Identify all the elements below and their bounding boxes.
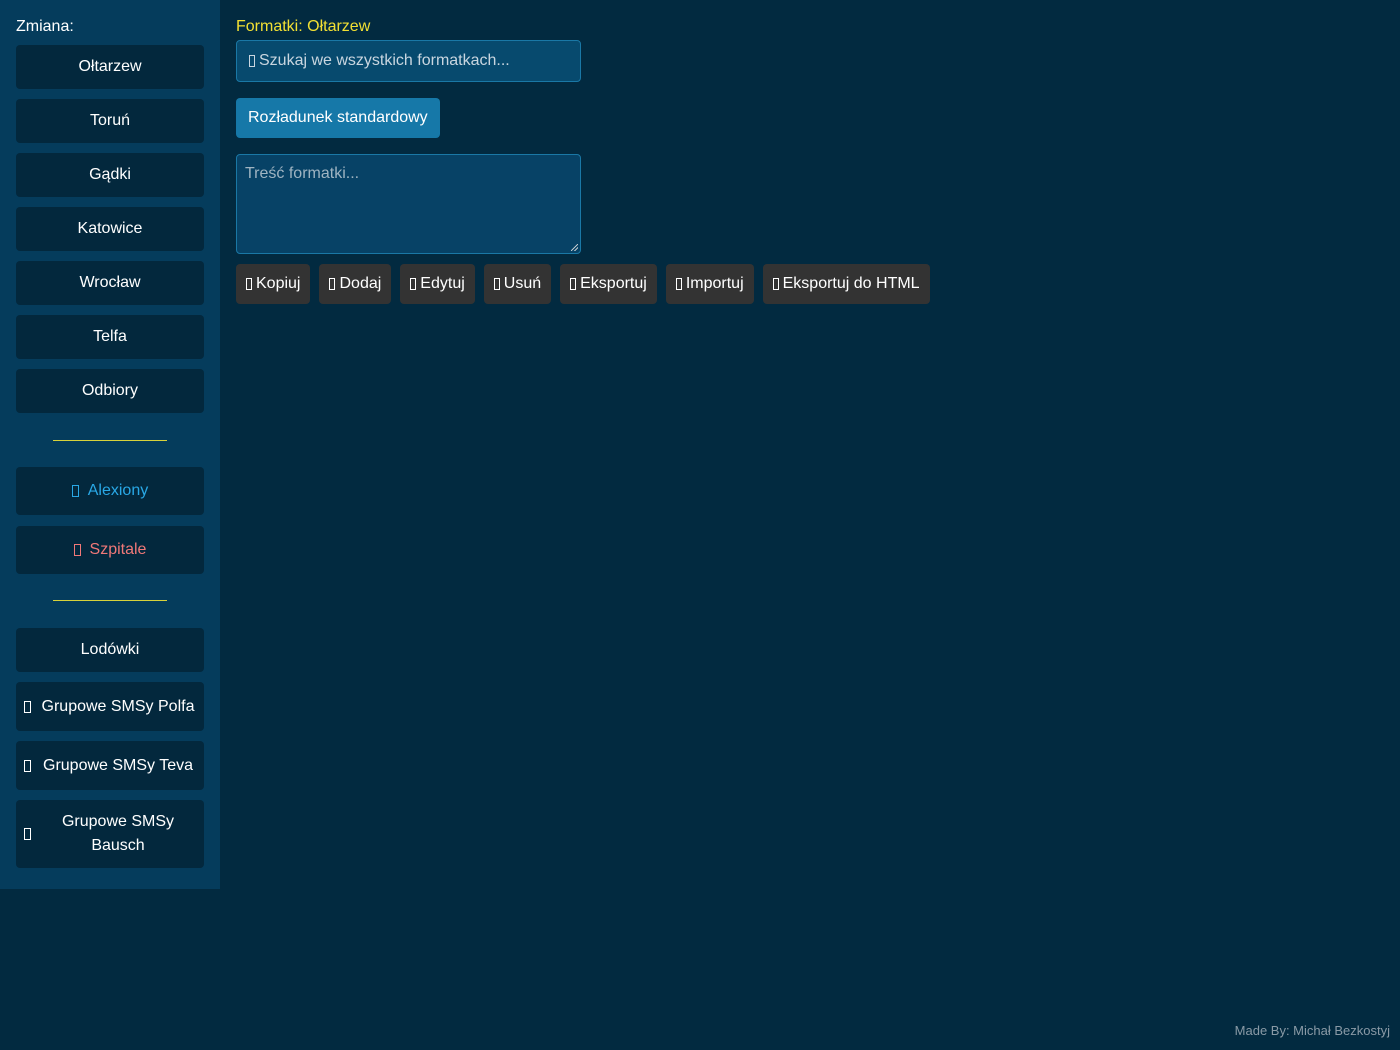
import-icon (675, 278, 682, 290)
lodowki-button[interactable]: Lodówki (16, 628, 204, 672)
location-button-wroclaw[interactable]: Wrocław (16, 261, 204, 305)
alexiony-button[interactable]: Alexiony (16, 467, 204, 515)
sms-teva-label: Grupowe SMSy Teva (43, 756, 193, 774)
export-html-label: Eksportuj do HTML (782, 275, 920, 292)
trash-icon (493, 278, 500, 290)
sms-polfa-label: Grupowe SMSy Polfa (41, 697, 195, 715)
resize-handle-icon[interactable] (571, 244, 578, 251)
sms-icon (24, 700, 31, 713)
add-label: Dodaj (339, 275, 382, 292)
edit-label: Edytuj (420, 275, 465, 292)
location-button-torun[interactable]: Toruń (16, 99, 204, 143)
template-button[interactable]: Rozładunek standardowy (236, 98, 440, 138)
search-input[interactable]: Szukaj we wszystkich formatkach... (236, 40, 581, 82)
search-placeholder: Szukaj we wszystkich formatkach... (259, 52, 510, 69)
sidebar-divider (53, 600, 167, 601)
template-content-textarea[interactable]: Treść formatki... (236, 154, 581, 254)
export-html-button[interactable]: Eksportuj do HTML (762, 264, 930, 304)
location-button-oltarzew[interactable]: Ołtarzew (16, 45, 204, 89)
delete-label: Usuń (503, 275, 542, 292)
location-button-odbiory[interactable]: Odbiory (16, 369, 204, 413)
location-button-telfa[interactable]: Telfa (16, 315, 204, 359)
action-toolbar: Kopiuj Dodaj Edytuj Usuń Eksportuj Impor… (236, 264, 930, 304)
export-button[interactable]: Eksportuj (560, 264, 657, 304)
szpitale-button[interactable]: Szpitale (16, 526, 204, 574)
import-button[interactable]: Importuj (665, 264, 754, 304)
html-file-icon (772, 278, 779, 290)
edit-button[interactable]: Edytuj (400, 264, 475, 304)
footer-credit: Made By: Michał Bezkostyj (1234, 1023, 1390, 1038)
textarea-placeholder: Treść formatki... (245, 165, 360, 182)
plus-icon (329, 278, 336, 290)
sidebar-divider (53, 440, 167, 441)
pill-icon (71, 485, 79, 497)
sidebar-title: Zmiana: (16, 18, 74, 35)
main-panel: Formatki: Ołtarzew Szukaj we wszystkich … (236, 18, 930, 304)
import-label: Importuj (685, 275, 744, 292)
export-label: Eksportuj (580, 275, 647, 292)
copy-label: Kopiuj (256, 275, 301, 292)
copy-button[interactable]: Kopiuj (236, 264, 311, 304)
sms-bausch-label: Grupowe SMSy Bausch (61, 813, 175, 854)
export-icon (570, 278, 577, 290)
sms-teva-button[interactable]: Grupowe SMSy Teva (16, 741, 204, 790)
alexiony-label: Alexiony (87, 482, 149, 499)
sms-bausch-button[interactable]: Grupowe SMSy Bausch (16, 800, 204, 868)
location-button-gadki[interactable]: Gądki (16, 153, 204, 197)
sidebar: Zmiana: Ołtarzew Toruń Gądki Katowice Wr… (0, 0, 220, 889)
pencil-icon (410, 278, 417, 290)
search-icon (249, 55, 255, 67)
page-title: Formatki: Ołtarzew (236, 18, 371, 35)
hospital-icon (73, 544, 81, 556)
copy-icon (246, 278, 252, 290)
delete-button[interactable]: Usuń (483, 264, 552, 304)
sms-icon (24, 759, 31, 772)
sms-polfa-button[interactable]: Grupowe SMSy Polfa (16, 682, 204, 731)
add-button[interactable]: Dodaj (319, 264, 392, 304)
szpitale-label: Szpitale (89, 541, 147, 558)
sms-icon (24, 828, 31, 840)
location-button-katowice[interactable]: Katowice (16, 207, 204, 251)
